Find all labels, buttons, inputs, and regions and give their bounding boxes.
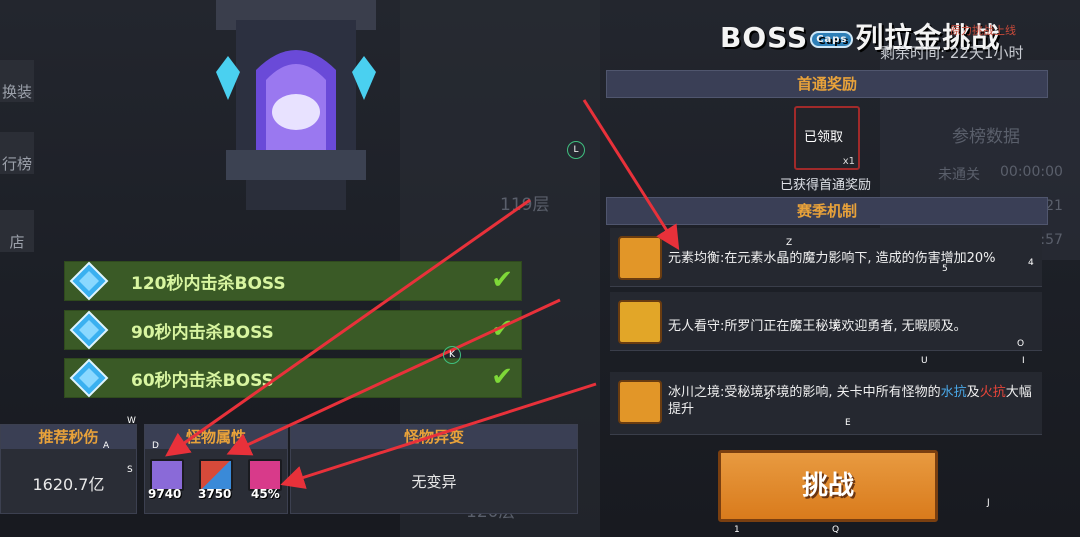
- key-hint: 3: [832, 322, 838, 332]
- arrow-line: [280, 382, 597, 489]
- key-hint: O: [1017, 339, 1025, 349]
- arrow-line: [582, 99, 680, 251]
- key-hint: 2: [765, 392, 771, 402]
- key-hint: 5: [942, 264, 948, 274]
- key-hint: U: [921, 356, 928, 366]
- key-hint: J: [987, 498, 990, 508]
- key-hint: 1: [734, 525, 740, 535]
- key-hint: E: [845, 418, 851, 428]
- key-hint: K: [443, 346, 461, 364]
- key-hint: A: [103, 441, 110, 451]
- key-hint: Q: [832, 525, 840, 535]
- key-hint: I: [1022, 356, 1025, 366]
- key-hint: D: [152, 441, 159, 451]
- key-hint: W: [127, 416, 136, 426]
- annotation-arrows: [165, 99, 680, 489]
- key-hint: S: [127, 465, 133, 475]
- key-hint: Z: [786, 238, 793, 248]
- key-hint: 4: [1028, 258, 1034, 268]
- key-hint: L: [567, 141, 585, 159]
- arrow-line: [165, 198, 531, 457]
